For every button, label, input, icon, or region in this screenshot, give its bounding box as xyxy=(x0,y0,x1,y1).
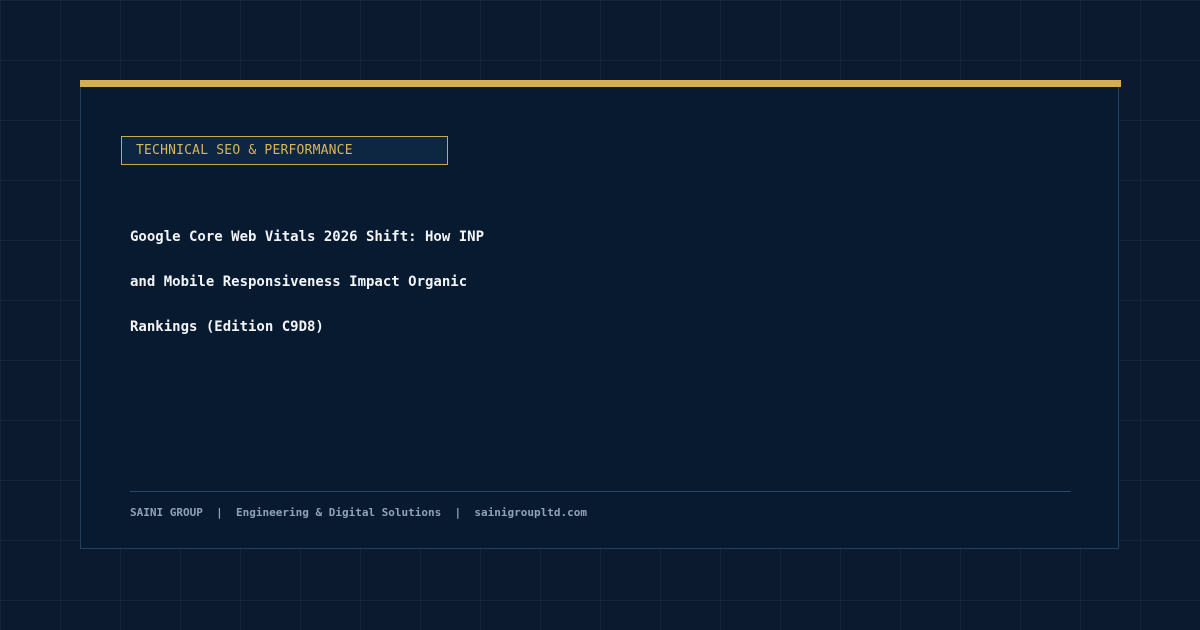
footer-separator-2: | xyxy=(454,506,462,519)
footer-separator-1: | xyxy=(216,506,223,519)
category-badge: TECHNICAL SEO & PERFORMANCE xyxy=(121,136,448,165)
hero-card: TECHNICAL SEO & PERFORMANCE Google Core … xyxy=(80,80,1121,549)
article-title-line-3: Rankings (Edition C9D8) xyxy=(130,319,324,335)
footer: SAINI GROUP | Engineering & Digital Solu… xyxy=(130,505,587,521)
footer-brand: SAINI GROUP xyxy=(130,506,203,519)
article-title-line-1: Google Core Web Vitals 2026 Shift: How I… xyxy=(130,229,485,245)
footer-website: sainigroupltd.com xyxy=(474,506,588,519)
footer-divider xyxy=(130,491,1071,492)
accent-bar xyxy=(80,80,1121,87)
footer-tagline: Engineering & Digital Solutions xyxy=(235,506,442,519)
article-title: Google Core Web Vitals 2026 Shift: How I… xyxy=(130,215,550,350)
article-title-line-2: and Mobile Responsiveness Impact Organic xyxy=(130,274,468,290)
